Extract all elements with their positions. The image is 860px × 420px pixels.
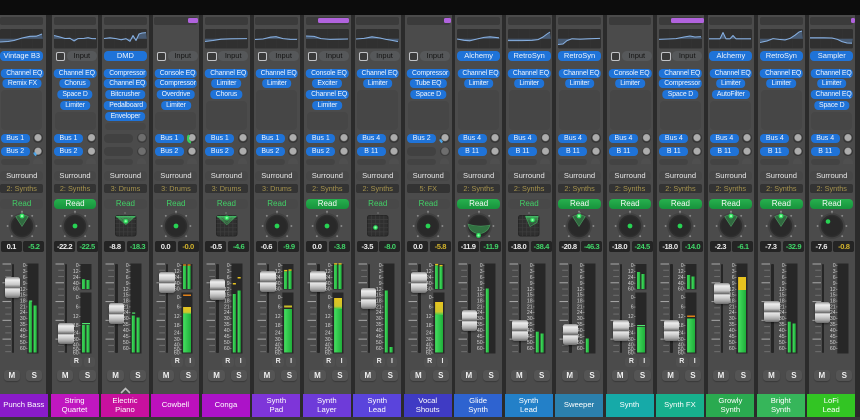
svg-text:0: 0 [277,295,280,301]
svg-text:60: 60 [426,287,432,293]
svg-text:0: 0 [631,295,634,301]
svg-text:12: 12 [73,314,79,320]
svg-text:12: 12 [325,314,331,320]
svg-text:60: 60 [729,346,735,352]
svg-text:0: 0 [76,295,79,301]
svg-text:60: 60 [628,351,634,355]
svg-text:6: 6 [177,305,180,311]
svg-text:60: 60 [123,346,129,352]
svg-text:60: 60 [779,346,785,352]
svg-text:60: 60 [376,346,382,352]
svg-text:24: 24 [275,331,281,337]
svg-text:12: 12 [426,314,432,320]
svg-text:12: 12 [174,314,180,320]
svg-text:60: 60 [628,287,634,293]
svg-text:60: 60 [678,287,684,293]
svg-text:6: 6 [277,305,280,311]
svg-text:12: 12 [678,314,684,320]
svg-text:60: 60 [73,287,79,293]
svg-text:60: 60 [275,351,281,355]
svg-text:60: 60 [577,346,583,352]
svg-text:60: 60 [325,287,331,293]
svg-text:24: 24 [628,331,634,337]
svg-text:60: 60 [426,351,432,355]
svg-text:6: 6 [76,305,79,311]
svg-text:18: 18 [678,323,684,329]
svg-text:60: 60 [174,287,180,293]
svg-text:18: 18 [275,323,281,329]
svg-text:0: 0 [177,295,180,301]
svg-text:60: 60 [830,346,836,352]
svg-text:12: 12 [628,314,634,320]
svg-text:24: 24 [73,331,79,337]
svg-text:6: 6 [681,305,684,311]
svg-text:0: 0 [681,295,684,301]
svg-text:24: 24 [678,331,684,337]
svg-text:0: 0 [429,295,432,301]
svg-text:24: 24 [325,331,331,337]
svg-text:18: 18 [628,323,634,329]
svg-text:6: 6 [328,305,331,311]
svg-text:60: 60 [678,351,684,355]
svg-text:60: 60 [174,351,180,355]
svg-text:6: 6 [429,305,432,311]
svg-text:60: 60 [73,351,79,355]
svg-text:60: 60 [325,351,331,355]
svg-text:60: 60 [224,346,230,352]
svg-text:6: 6 [631,305,634,311]
svg-text:0: 0 [328,295,331,301]
svg-text:60: 60 [20,346,26,352]
svg-text:18: 18 [73,323,79,329]
svg-text:18: 18 [426,323,432,329]
svg-text:60: 60 [275,287,281,293]
svg-text:60: 60 [527,346,533,352]
svg-text:24: 24 [174,331,180,337]
svg-text:18: 18 [174,323,180,329]
svg-text:12: 12 [275,314,281,320]
svg-text:18: 18 [325,323,331,329]
svg-text:60: 60 [476,346,482,352]
svg-text:24: 24 [426,331,432,337]
